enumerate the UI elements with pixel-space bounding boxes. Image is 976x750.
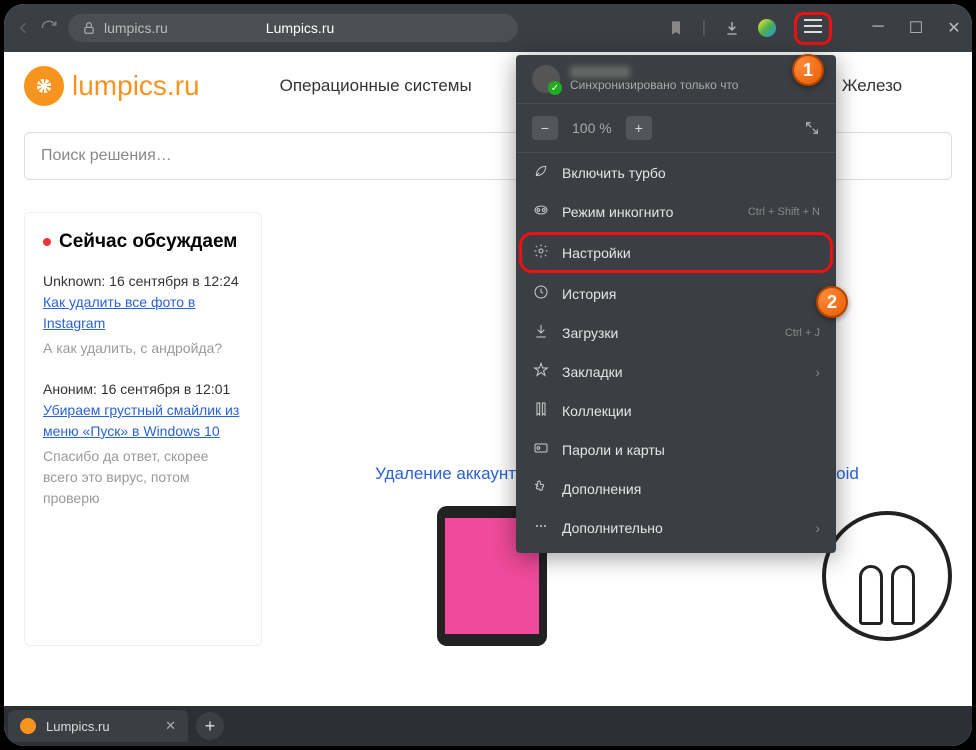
fullscreen-icon[interactable]: [804, 120, 820, 136]
comment-link[interactable]: Убираем грустный смайлик из меню «Пуск» …: [43, 402, 239, 439]
browser-tab[interactable]: Lumpics.ru ✕: [8, 710, 188, 742]
menu-label: Настройки: [562, 245, 631, 261]
mask-icon: [532, 202, 550, 221]
menu-item-more[interactable]: Дополнительно ›: [516, 508, 836, 547]
comment-body: Спасибо да ответ, скорее всего это вирус…: [43, 446, 243, 509]
menu-item-addons[interactable]: Дополнения: [516, 469, 836, 508]
menu-label: Включить турбо: [562, 165, 666, 181]
sidebar-title: Сейчас обсуждаем: [43, 231, 243, 253]
chevron-right-icon: ›: [815, 364, 820, 380]
page-title-text: Lumpics.ru: [266, 20, 334, 36]
lock-icon: [82, 21, 96, 35]
alice-icon[interactable]: [758, 19, 776, 37]
comment-meta: 16 сентября в 12:24: [109, 273, 238, 289]
puzzle-icon: [532, 479, 550, 498]
bookmark-flag-icon[interactable]: [668, 20, 684, 36]
comment-author: Unknown:: [43, 273, 105, 289]
reload-icon[interactable]: [40, 19, 58, 37]
nav-link-os[interactable]: Операционные системы: [280, 76, 472, 96]
comment-link[interactable]: Как удалить все фото в Instagram: [43, 294, 195, 331]
annotation-badge-2: 2: [816, 286, 848, 318]
tab-favicon: [20, 718, 36, 734]
zoom-out-button[interactable]: −: [532, 116, 558, 140]
comment-body: А как удалить, с андройда?: [43, 338, 243, 359]
gear-icon: [532, 243, 550, 262]
download-icon: [532, 323, 550, 342]
menu-item-collections[interactable]: Коллекции: [516, 391, 836, 430]
logo-icon: [24, 66, 64, 106]
clock-icon: [532, 284, 550, 303]
star-icon: [532, 362, 550, 381]
sidebar-discussions: Сейчас обсуждаем Unknown: 16 сентября в …: [24, 212, 262, 646]
rocket-icon: [532, 163, 550, 182]
username-blurred: [570, 66, 630, 78]
key-icon: [532, 440, 550, 459]
address-bar[interactable]: lumpics.ru Lumpics.ru: [68, 14, 518, 42]
close-window-button[interactable]: ✕: [946, 18, 962, 38]
menu-sync-section[interactable]: Синхронизировано только что ⌄: [516, 55, 836, 104]
menu-label: Коллекции: [562, 403, 632, 419]
menu-label: История: [562, 286, 616, 302]
menu-item-turbo[interactable]: Включить турбо: [516, 153, 836, 192]
tab-bar: Lumpics.ru ✕ +: [4, 706, 972, 746]
menu-item-passwords[interactable]: Пароли и карты: [516, 430, 836, 469]
minimize-button[interactable]: ─: [870, 18, 886, 38]
menu-item-history[interactable]: История: [516, 274, 836, 313]
back-icon[interactable]: [14, 19, 32, 37]
menu-label: Дополнения: [562, 481, 641, 497]
browser-menu: Синхронизировано только что ⌄ − 100 % + …: [516, 55, 836, 553]
tab-label: Lumpics.ru: [46, 719, 110, 734]
maximize-button[interactable]: ☐: [908, 18, 924, 38]
zoom-percent: 100 %: [566, 120, 618, 136]
sync-status: Синхронизировано только что: [570, 78, 738, 92]
site-logo[interactable]: lumpics.ru: [24, 66, 200, 106]
logo-text: lumpics.ru: [72, 70, 200, 102]
chevron-right-icon: ›: [815, 520, 820, 536]
menu-label: Режим инкогнито: [562, 204, 673, 220]
hamburger-highlight: [794, 12, 832, 45]
nav-link-hardware[interactable]: Железо: [842, 76, 902, 96]
comment-item: Аноним: 16 сентября в 12:01 Убираем грус…: [43, 379, 243, 509]
browser-titlebar: lumpics.ru Lumpics.ru | ─ ☐ ✕: [4, 4, 972, 52]
zoom-in-button[interactable]: +: [626, 116, 652, 140]
menu-label: Дополнительно: [562, 520, 663, 536]
avatar-icon: [532, 65, 560, 93]
separator: |: [702, 19, 706, 37]
menu-item-bookmarks[interactable]: Закладки ›: [516, 352, 836, 391]
menu-item-downloads[interactable]: Загрузки Ctrl + J: [516, 313, 836, 352]
menu-label: Закладки: [562, 364, 623, 380]
comment-author: Аноним:: [43, 381, 97, 397]
comment-item: Unknown: 16 сентября в 12:24 Как удалить…: [43, 271, 243, 359]
dots-icon: [532, 518, 550, 537]
menu-shortcut: Ctrl + Shift + N: [748, 206, 820, 218]
menu-item-incognito[interactable]: Режим инкогнито Ctrl + Shift + N: [516, 192, 836, 231]
url-text: lumpics.ru: [104, 20, 168, 36]
new-tab-button[interactable]: +: [196, 712, 224, 740]
download-icon[interactable]: [724, 20, 740, 36]
menu-label: Загрузки: [562, 325, 618, 341]
comment-meta: 16 сентября в 12:01: [101, 381, 230, 397]
menu-item-settings[interactable]: Настройки: [522, 235, 830, 270]
airpods-illustration: [822, 511, 952, 641]
menu-label: Пароли и карты: [562, 442, 665, 458]
collections-icon: [532, 401, 550, 420]
menu-zoom-section: − 100 % +: [516, 104, 836, 153]
tab-close-icon[interactable]: ✕: [165, 718, 176, 734]
hamburger-menu-icon[interactable]: [804, 19, 822, 33]
annotation-badge-1: 1: [792, 54, 824, 86]
menu-shortcut: Ctrl + J: [785, 327, 820, 339]
